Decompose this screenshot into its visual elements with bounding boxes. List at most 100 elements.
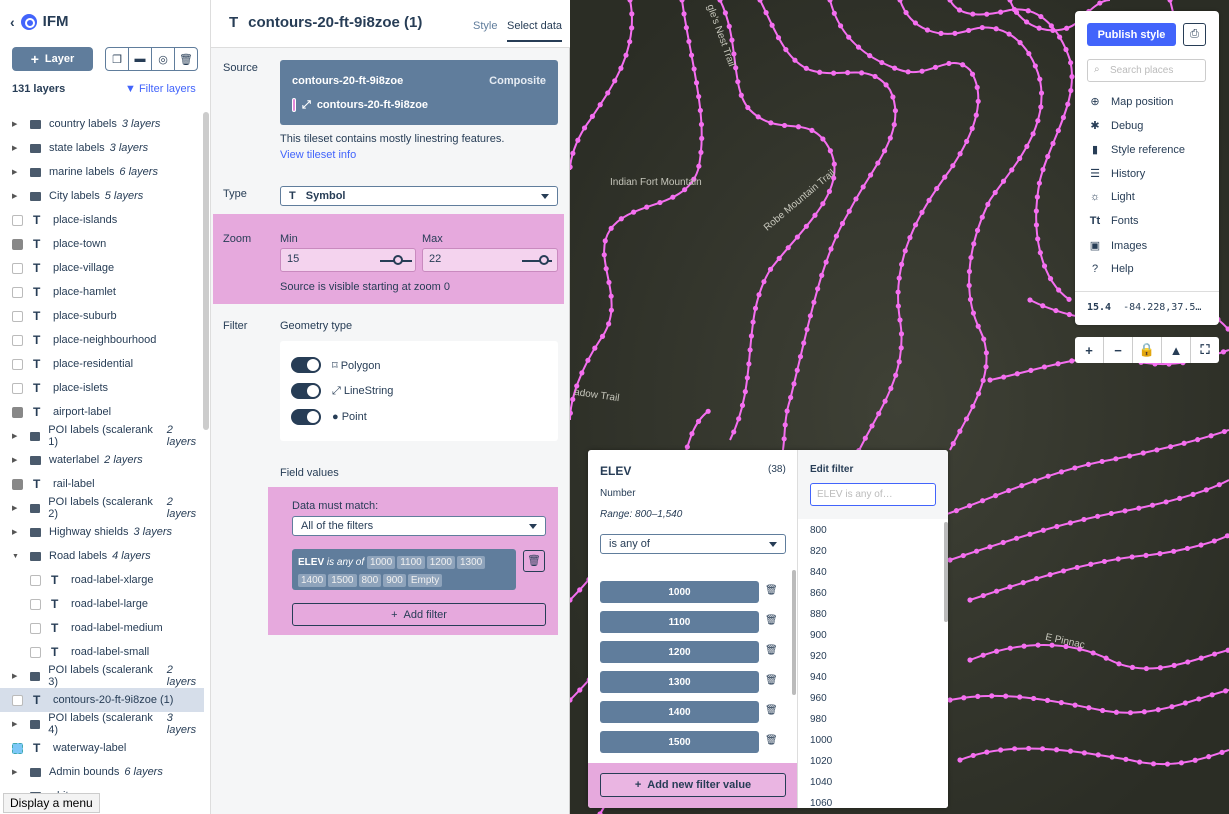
caret-right-icon[interactable]: ▶ (12, 672, 22, 680)
layer-item[interactable]: Tplace-hamlet (0, 280, 204, 304)
layer-item[interactable]: Troad-label-xlarge (0, 568, 204, 592)
source-card[interactable]: contours-20-ft-9i8zoe Composite ⤢ contour… (280, 60, 558, 125)
value-option[interactable]: 1000 (810, 735, 832, 746)
visibility-checkbox[interactable] (30, 622, 41, 634)
visibility-checkbox[interactable] (12, 742, 23, 754)
layer-item[interactable]: Troad-label-large (0, 592, 204, 616)
menu-debug[interactable]: ✱ Debug (1089, 119, 1143, 133)
visibility-checkbox[interactable] (12, 262, 23, 274)
visibility-checkbox[interactable] (12, 310, 23, 322)
caret-right-icon[interactable]: ▶ (12, 168, 22, 176)
match-select[interactable]: All of the filters (292, 516, 546, 536)
layer-item[interactable]: Tcontours-20-ft-9i8zoe (1) (0, 688, 204, 712)
fullscreen-icon[interactable]: ⛶ (1191, 337, 1219, 363)
caret-right-icon[interactable]: ▶ (12, 528, 22, 536)
add-layer-button[interactable]: + Layer (12, 47, 93, 71)
value-option[interactable]: 880 (810, 609, 827, 620)
value-option[interactable]: 1020 (810, 756, 832, 767)
publish-style-button[interactable]: Publish style (1087, 23, 1176, 46)
trash-icon[interactable]: 🗑 (175, 48, 197, 70)
tab-style[interactable]: Style (473, 20, 497, 32)
min-zoom-handle[interactable] (393, 255, 403, 265)
add-new-filter-value-button[interactable]: + Add new filter value (600, 773, 786, 797)
polygon-toggle[interactable] (291, 357, 321, 373)
visibility-checkbox[interactable] (30, 646, 41, 658)
filter-value-button[interactable]: 1100 (600, 611, 759, 633)
layer-item[interactable]: Tplace-residential (0, 352, 204, 376)
visibility-checkbox[interactable] (12, 334, 23, 346)
layer-item[interactable]: ▶ waterlabel 2 layers (0, 448, 204, 472)
value-option[interactable]: 800 (810, 525, 827, 536)
filter-value-button[interactable]: 1200 (600, 641, 759, 663)
layer-item[interactable]: ▶ state labels 3 layers (0, 136, 204, 160)
layer-item[interactable]: Twaterway-label (0, 736, 204, 760)
trash-icon[interactable]: 🗑 (765, 645, 778, 656)
layer-item[interactable]: ▶ POI labels (scalerank 1) 2 layers (0, 424, 204, 448)
layer-item[interactable]: ▼ Road labels 4 layers (0, 544, 204, 568)
value-option[interactable]: 920 (810, 651, 827, 662)
layer-item[interactable]: Tairport-label (0, 400, 204, 424)
layer-item[interactable]: ▶ marine labels 6 layers (0, 160, 204, 184)
visibility-checkbox[interactable] (12, 358, 23, 370)
edit-filter-input[interactable]: ELEV is any of… (810, 483, 936, 506)
visibility-checkbox[interactable] (30, 598, 41, 610)
caret-right-icon[interactable]: ▶ (12, 432, 22, 440)
app-title[interactable]: ‹ IFM (10, 13, 69, 30)
value-option[interactable]: 980 (810, 714, 827, 725)
tab-select-data[interactable]: Select data (507, 20, 563, 42)
operator-select[interactable]: is any of (600, 534, 786, 554)
value-option[interactable]: 940 (810, 672, 827, 683)
value-option[interactable]: 1060 (810, 798, 832, 808)
menu-fonts[interactable]: Tt Fonts (1089, 215, 1139, 227)
caret-right-icon[interactable]: ▶ (12, 504, 22, 512)
value-option[interactable]: 860 (810, 588, 827, 599)
layer-item[interactable]: Tplace-town (0, 232, 204, 256)
caret-down-icon[interactable]: ▼ (12, 553, 22, 560)
layer-item[interactable]: Tplace-islets (0, 376, 204, 400)
type-select[interactable]: T Symbol (280, 186, 558, 206)
layer-item[interactable]: Tplace-neighbourhood (0, 328, 204, 352)
visibility-checkbox[interactable] (12, 286, 23, 298)
max-zoom-handle[interactable] (539, 255, 549, 265)
menu-history[interactable]: ☰ History (1089, 167, 1145, 181)
visibility-checkbox[interactable] (12, 382, 23, 394)
value-option[interactable]: 1040 (810, 777, 832, 788)
value-option[interactable]: 820 (810, 546, 827, 557)
trash-icon[interactable]: 🗑 (765, 735, 778, 746)
delete-filter-button[interactable]: 🗑 (523, 550, 545, 572)
caret-right-icon[interactable]: ▶ (12, 192, 22, 200)
layer-item[interactable]: ▶ POI labels (scalerank 3) 2 layers (0, 664, 204, 688)
menu-light[interactable]: ☼ Light (1089, 191, 1135, 203)
folder-icon[interactable]: ▬ (129, 48, 152, 70)
point-toggle[interactable] (291, 409, 321, 425)
compass-icon[interactable]: ▲ (1162, 337, 1191, 363)
menu-map-position[interactable]: ⊕ Map position (1089, 95, 1173, 109)
trash-icon[interactable]: 🗑 (765, 705, 778, 716)
layer-item[interactable]: Tplace-village (0, 256, 204, 280)
trash-icon[interactable]: 🗑 (765, 615, 778, 626)
scrollbar[interactable] (203, 112, 209, 430)
caret-right-icon[interactable]: ▶ (12, 120, 22, 128)
lock-icon[interactable]: 🔒 (1133, 337, 1162, 363)
filter-value-button[interactable]: 1500 (600, 731, 759, 753)
trash-icon[interactable]: 🗑 (765, 585, 778, 596)
visibility-checkbox[interactable] (12, 694, 23, 706)
layer-item[interactable]: ▶ POI labels (scalerank 4) 3 layers (0, 712, 204, 736)
filter-expression[interactable]: ELEV is any of 1000 1100 1200 13001400 1500 8… (292, 549, 516, 590)
layer-item[interactable]: Tplace-islands (0, 208, 204, 232)
visibility-checkbox[interactable] (12, 238, 23, 250)
filter-value-button[interactable]: 1000 (600, 581, 759, 603)
layer-item[interactable]: Troad-label-medium (0, 616, 204, 640)
layer-item[interactable]: ▶ POI labels (scalerank 2) 2 layers (0, 496, 204, 520)
filter-value-button[interactable]: 1300 (600, 671, 759, 693)
visibility-checkbox[interactable] (12, 478, 23, 490)
visibility-checkbox[interactable] (30, 574, 41, 586)
visibility-checkbox[interactable] (12, 406, 23, 418)
layer-item[interactable]: Troad-label-small (0, 640, 204, 664)
search-input[interactable]: ⌕ Search places (1087, 59, 1206, 82)
caret-right-icon[interactable]: ▶ (12, 456, 22, 464)
layer-item[interactable]: ▶ Highway shields 3 layers (0, 520, 204, 544)
caret-right-icon[interactable]: ▶ (12, 144, 22, 152)
layer-item[interactable]: Tplace-suburb (0, 304, 204, 328)
zoom-in-icon[interactable]: + (1075, 337, 1104, 363)
